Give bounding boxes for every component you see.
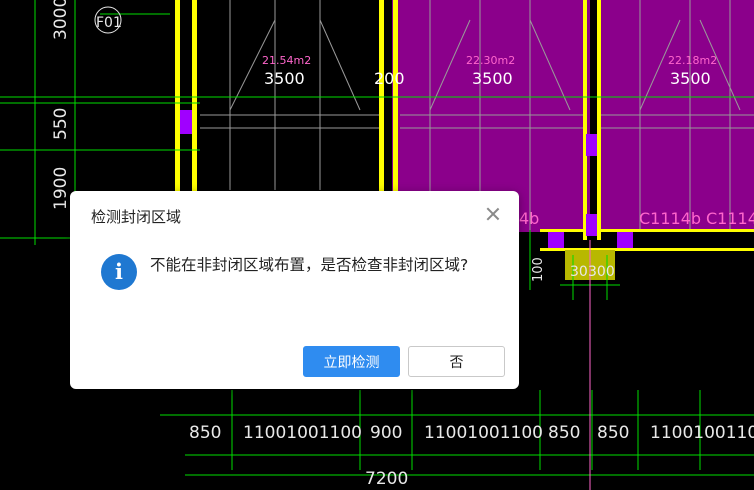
dialog-title: 检测封闭区域: [91, 208, 182, 226]
check-now-button[interactable]: 立即检测: [303, 346, 400, 377]
no-button[interactable]: 否: [408, 346, 505, 377]
modal-overlay: 检测封闭区域 i 不能在非封闭区域布置，是否检查非封闭区域? 立即检测 否: [0, 0, 754, 490]
info-icon: i: [101, 254, 137, 290]
dialog-message: 不能在非封闭区域布置，是否检查非封闭区域?: [150, 256, 469, 274]
check-enclosed-area-dialog: 检测封闭区域 i 不能在非封闭区域布置，是否检查非封闭区域? 立即检测 否: [70, 191, 519, 389]
close-icon[interactable]: [484, 205, 502, 223]
